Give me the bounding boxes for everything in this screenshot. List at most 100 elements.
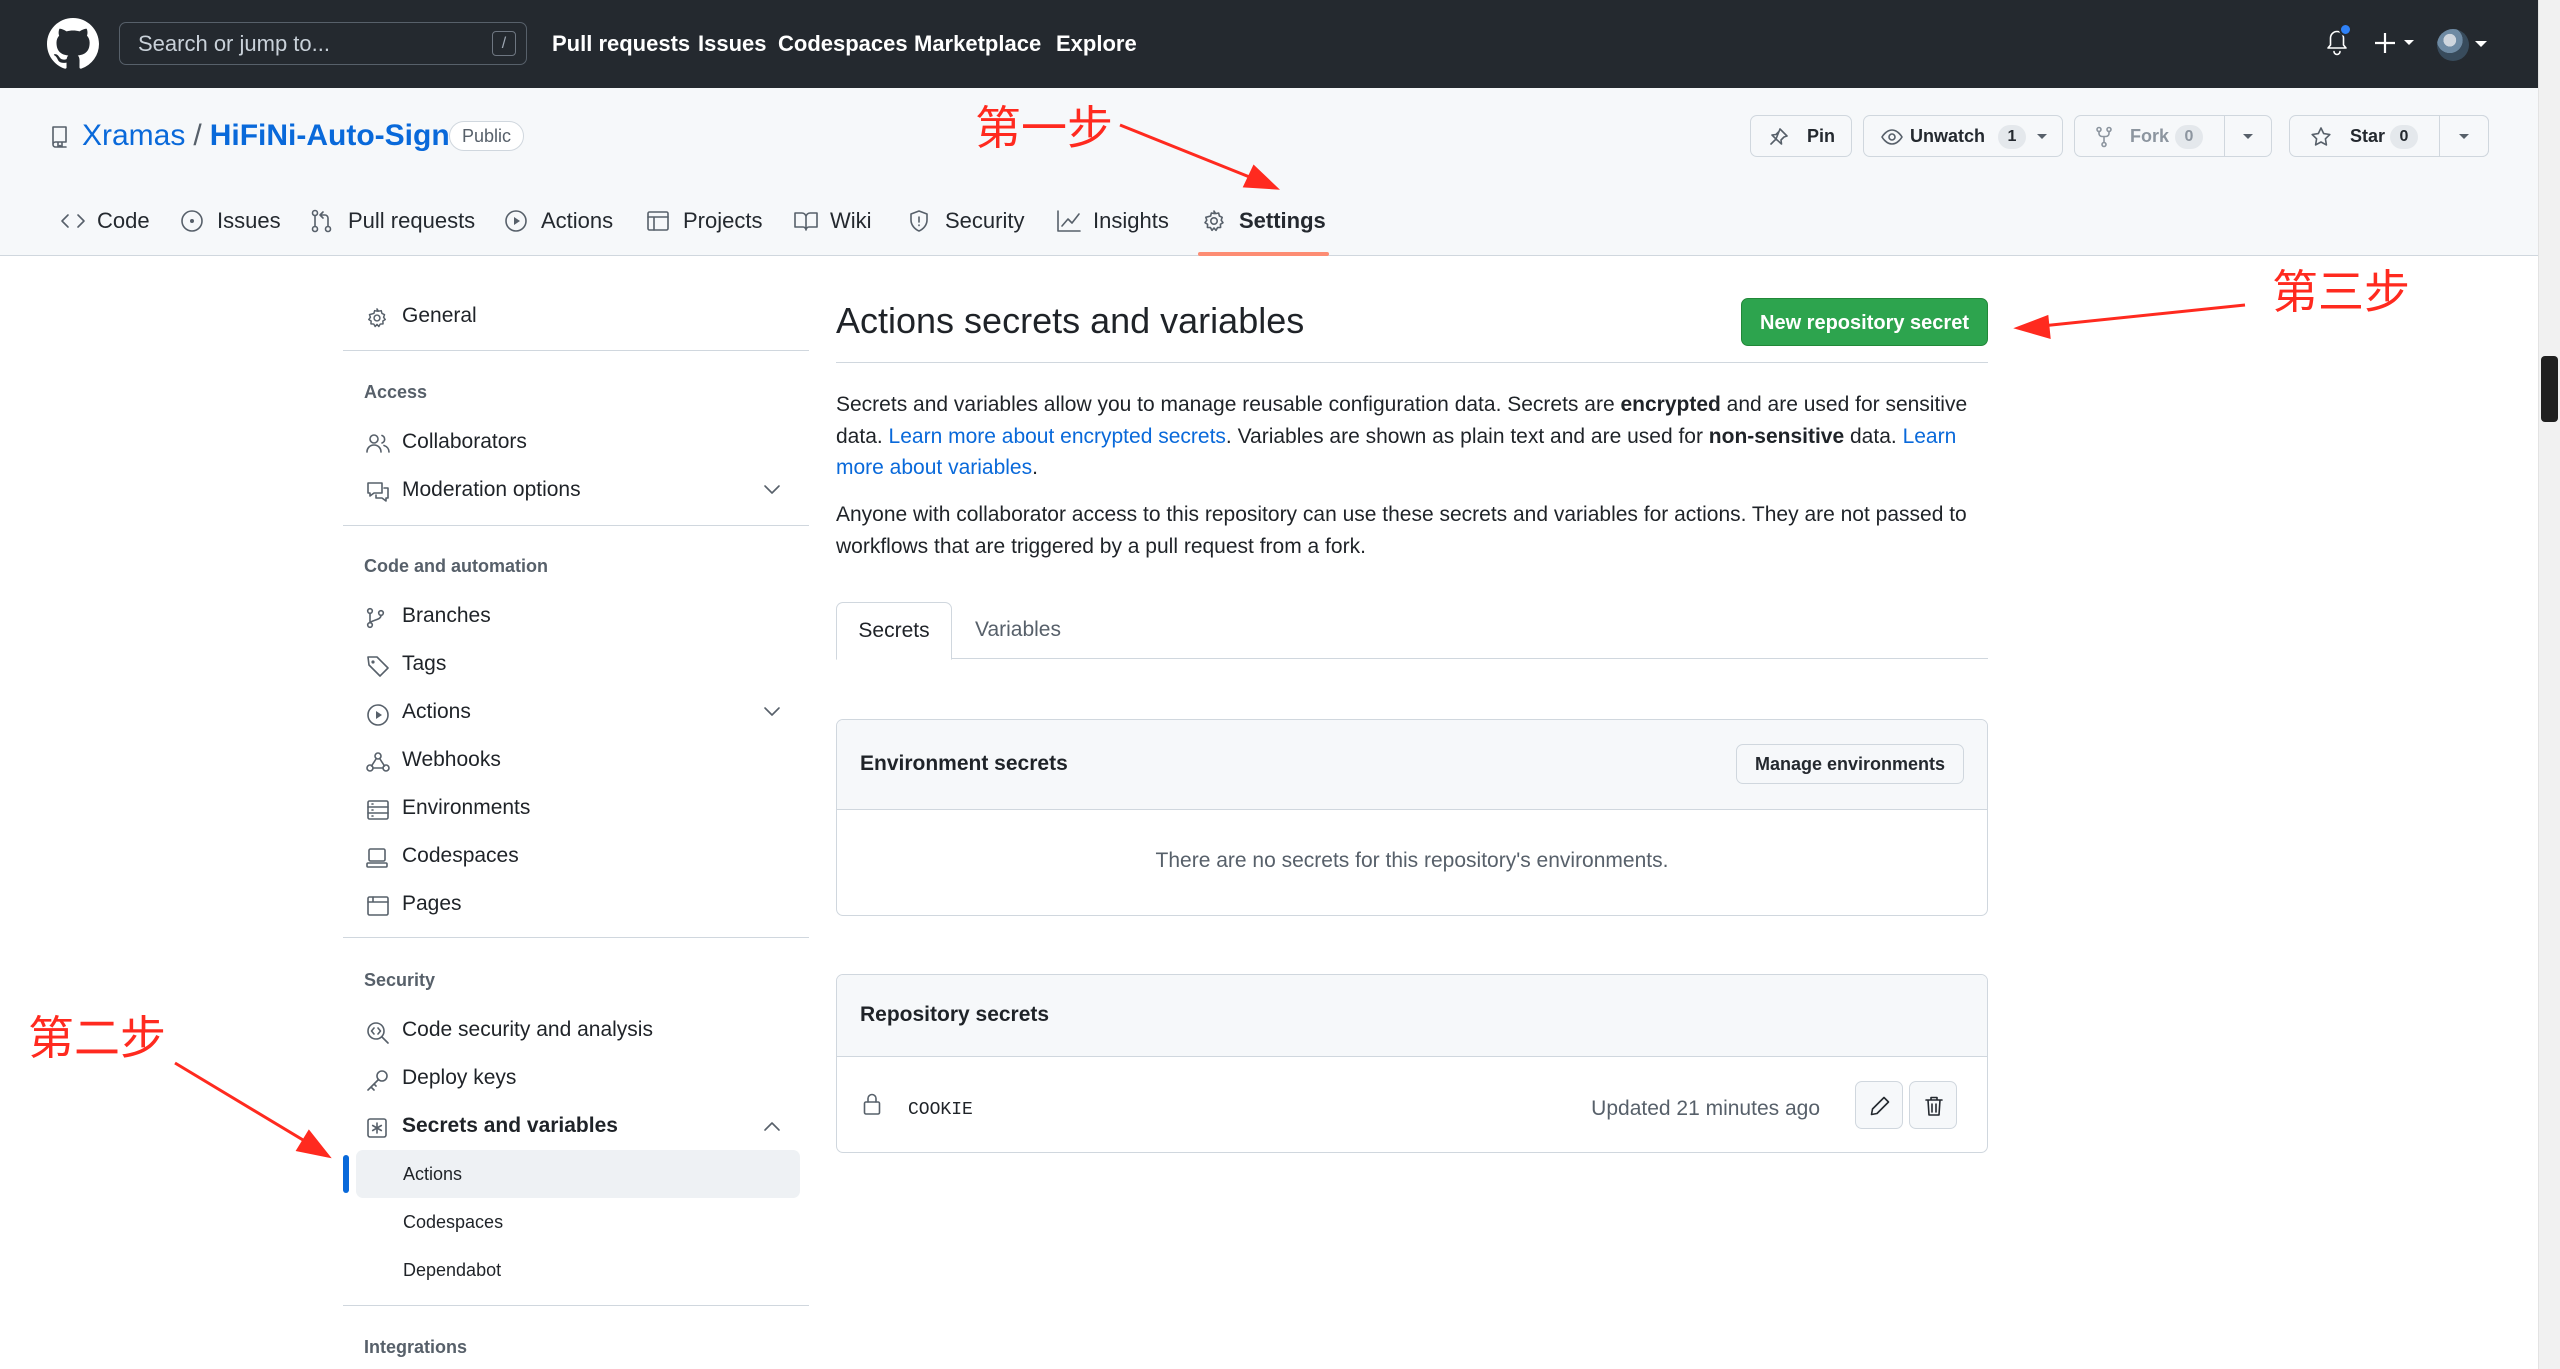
text-encrypted: encrypted <box>1620 393 1721 416</box>
edit-secret-button[interactable] <box>1855 1081 1903 1129</box>
tab-projects[interactable]: Projects <box>646 204 766 256</box>
sidebar-subitem-dependabot[interactable]: Dependabot <box>403 1256 501 1284</box>
codespaces-icon <box>366 848 388 868</box>
tab-label: Issues <box>217 208 281 233</box>
nav-codespaces[interactable]: Codespaces <box>778 28 908 60</box>
watch-caret-icon <box>2037 134 2047 139</box>
graph-icon <box>1057 210 1081 232</box>
tab-insights[interactable]: Insights <box>1056 204 1171 256</box>
tab-security[interactable]: Security <box>908 204 1024 256</box>
new-repository-secret-button[interactable]: New repository secret <box>1741 298 1988 346</box>
tab-actions[interactable]: Actions <box>504 204 619 256</box>
star-icon <box>2311 127 2331 146</box>
code-icon <box>61 214 85 228</box>
environment-secrets-header: Environment secrets Manage environments <box>837 720 1987 810</box>
sidebar-subitem-codespaces[interactable]: Codespaces <box>403 1208 503 1236</box>
server-icon <box>367 800 389 820</box>
manage-environments-button[interactable]: Manage environments <box>1735 744 1964 784</box>
annotation-step-2: 第二步 <box>28 1011 166 1065</box>
environment-secrets-empty: There are no secrets for this repository… <box>1155 849 1669 872</box>
gear-icon <box>368 308 386 328</box>
text-non-sensitive: non-sensitive <box>1708 424 1845 448</box>
watch-button[interactable]: Unwatch 1 <box>1863 115 2063 157</box>
environment-secrets-title: Environment secrets <box>860 752 1068 775</box>
tab-label: Actions <box>541 208 614 233</box>
sidebar-item-label: Codespaces <box>402 844 519 867</box>
tab-wiki[interactable]: Wiki <box>793 204 883 256</box>
tab-code[interactable]: Code <box>60 204 150 256</box>
collaborator-note: Anyone with collaborator access to this … <box>836 503 1967 558</box>
notification-indicator <box>2339 23 2352 36</box>
pin-button[interactable]: Pin <box>1750 115 1852 157</box>
watch-label: Unwatch <box>1910 126 1986 146</box>
chevron-up-icon[interactable] <box>763 1120 781 1132</box>
selected-tab-indicator <box>1198 252 1329 256</box>
sidebar-item-moderation-options[interactable]: Moderation options <box>364 470 794 510</box>
nav-issues[interactable]: Issues <box>698 28 767 60</box>
sidebar-item-actions[interactable]: Actions <box>364 692 794 732</box>
chevron-down-icon[interactable] <box>763 484 781 496</box>
webhook-icon <box>366 752 390 772</box>
page-scrollbar[interactable] <box>2538 0 2560 1369</box>
pencil-icon <box>1870 1096 1890 1116</box>
tab-secrets[interactable]: Secrets <box>836 602 952 660</box>
text: data. <box>1844 424 1903 448</box>
search-input[interactable]: Search or jump to... / <box>119 22 527 65</box>
sidebar-item-label: Code security and analysis <box>402 1018 653 1041</box>
sidebar-item-secrets-and-variables[interactable]: Secrets and variables <box>364 1106 794 1146</box>
secret-updated-time: Updated 21 minutes ago <box>1591 1097 1820 1120</box>
table-icon <box>647 211 669 231</box>
sidebar-item-label: General <box>402 304 477 327</box>
github-logo-icon[interactable] <box>47 18 99 70</box>
sidebar-heading-integrations: Integrations <box>364 1337 468 1357</box>
fork-icon <box>2096 126 2112 148</box>
eye-icon <box>1881 129 1903 145</box>
sidebar-item-label: Collaborators <box>402 430 527 453</box>
tab-pull-requests[interactable]: Pull requests <box>311 204 475 256</box>
chevron-down-icon[interactable] <box>763 706 781 718</box>
sidebar-divider <box>343 350 809 351</box>
star-menu-button[interactable] <box>2439 115 2489 157</box>
key-icon <box>367 1070 388 1091</box>
sidebar-heading-security: Security <box>364 970 436 990</box>
repo-owner-link[interactable]: Xramas <box>82 119 185 152</box>
tab-issues[interactable]: Issues <box>180 204 281 256</box>
tab-variables[interactable]: Variables <box>962 602 1074 660</box>
sidebar-subitem-actions[interactable]: Actions <box>403 1160 462 1188</box>
tab-label: Code <box>97 208 150 233</box>
nav-explore[interactable]: Explore <box>1056 28 1137 60</box>
pin-label: Pin <box>1807 126 1836 146</box>
text: . <box>1032 456 1038 479</box>
watch-count: 1 <box>1998 125 2026 150</box>
tab-label: Pull requests <box>348 208 476 233</box>
pull-request-icon <box>311 209 332 233</box>
arrow-step-3 <box>2013 303 2246 340</box>
sidebar-divider <box>343 1305 809 1306</box>
book-icon <box>794 212 818 231</box>
repository-secrets-box: Repository secrets COOKIE Updated 21 min… <box>836 974 1988 1153</box>
delete-secret-button[interactable] <box>1909 1081 1957 1129</box>
search-placeholder: Search or jump to... <box>138 31 330 56</box>
learn-more-secrets-link[interactable]: Learn more about encrypted secrets <box>889 425 1226 448</box>
fork-menu-button[interactable] <box>2224 115 2272 157</box>
trash-icon <box>1925 1096 1943 1116</box>
nav-pull-requests[interactable]: Pull requests <box>552 28 690 60</box>
play-icon <box>367 704 389 726</box>
sidebar-item-label: Deploy keys <box>402 1066 517 1089</box>
create-new-button[interactable] <box>2374 30 2418 56</box>
sidebar-item-label: Branches <box>402 604 491 627</box>
caret-down-icon[interactable] <box>2474 38 2488 50</box>
scrollbar-thumb[interactable] <box>2541 356 2558 422</box>
repo-name-link[interactable]: HiFiNi-Auto-Sign <box>210 119 450 152</box>
fork-button[interactable]: Fork 0 <box>2074 115 2234 157</box>
sidebar-item-label: Environments <box>402 796 531 819</box>
sidebar-item-label: Pages <box>402 892 462 915</box>
tab-label: Settings <box>1239 208 1326 233</box>
fork-count: 0 <box>2175 125 2203 150</box>
nav-marketplace[interactable]: Marketplace <box>914 28 1041 60</box>
tab-settings[interactable]: Settings <box>1202 204 1327 256</box>
secret-row: COOKIE Updated 21 minutes ago <box>837 1057 1987 1152</box>
avatar[interactable] <box>2437 29 2469 61</box>
fork-caret-icon <box>2243 134 2253 139</box>
tab-label: Projects <box>683 208 763 233</box>
